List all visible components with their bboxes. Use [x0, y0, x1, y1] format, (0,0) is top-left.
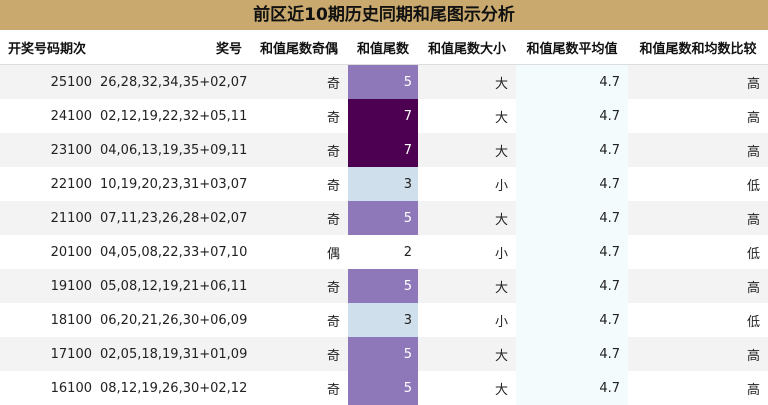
- parity-cell: 奇: [250, 167, 348, 201]
- tail-value-cell: 5: [348, 64, 418, 99]
- size-cell: 大: [418, 337, 516, 371]
- average-cell: 4.7: [516, 201, 628, 235]
- table-row: 18100 06,20,21,26,30+06,09 奇 3 小 4.7 低: [0, 303, 768, 337]
- period-cell: 23100: [0, 133, 100, 167]
- numbers-cell: 04,05,08,22,33+07,10: [100, 235, 250, 269]
- table-row: 19100 05,08,12,19,21+06,11 奇 5 大 4.7 高: [0, 269, 768, 303]
- compare-cell: 高: [628, 99, 768, 133]
- header-compare: 和值尾数和均数比较: [628, 30, 768, 65]
- size-cell: 大: [418, 201, 516, 235]
- tail-value-cell: 2: [348, 235, 418, 269]
- average-cell: 4.7: [516, 235, 628, 269]
- numbers-cell: 02,12,19,22,32+05,11: [100, 99, 250, 133]
- numbers-cell: 07,11,23,26,28+02,07: [100, 201, 250, 235]
- period-cell: 22100: [0, 167, 100, 201]
- parity-cell: 奇: [250, 64, 348, 99]
- numbers-cell: 06,20,21,26,30+06,09: [100, 303, 250, 337]
- numbers-cell: 26,28,32,34,35+02,07: [100, 64, 250, 99]
- table-row: 21100 07,11,23,26,28+02,07 奇 5 大 4.7 高: [0, 201, 768, 235]
- size-cell: 小: [418, 235, 516, 269]
- table-row: 17100 02,05,18,19,31+01,09 奇 5 大 4.7 高: [0, 337, 768, 371]
- table-row: 16100 08,12,19,26,30+02,12 奇 5 大 4.7 高: [0, 371, 768, 405]
- header-period: 开奖号码期次: [0, 30, 100, 65]
- size-cell: 大: [418, 371, 516, 405]
- period-cell: 19100: [0, 269, 100, 303]
- header-parity: 和值尾数奇偶: [250, 30, 348, 65]
- period-cell: 18100: [0, 303, 100, 337]
- average-cell: 4.7: [516, 371, 628, 405]
- size-cell: 大: [418, 133, 516, 167]
- header-numbers: 奖号: [100, 30, 250, 65]
- period-cell: 20100: [0, 235, 100, 269]
- tail-value-cell: 5: [348, 371, 418, 405]
- period-cell: 24100: [0, 99, 100, 133]
- average-cell: 4.7: [516, 269, 628, 303]
- parity-cell: 奇: [250, 303, 348, 337]
- analysis-panel: 前区近10期历史同期和尾图示分析 开奖号码期次 奖号 和值尾数奇偶 和值尾数 和…: [0, 0, 768, 405]
- tail-value-cell: 5: [348, 201, 418, 235]
- tail-value-cell: 7: [348, 99, 418, 133]
- numbers-cell: 02,05,18,19,31+01,09: [100, 337, 250, 371]
- period-cell: 17100: [0, 337, 100, 371]
- compare-cell: 高: [628, 371, 768, 405]
- header-tail: 和值尾数: [348, 30, 418, 65]
- compare-cell: 低: [628, 235, 768, 269]
- average-cell: 4.7: [516, 303, 628, 337]
- size-cell: 大: [418, 99, 516, 133]
- compare-cell: 低: [628, 167, 768, 201]
- size-cell: 小: [418, 303, 516, 337]
- table-row: 23100 04,06,13,19,35+09,11 奇 7 大 4.7 高: [0, 133, 768, 167]
- chart-title: 前区近10期历史同期和尾图示分析: [0, 0, 768, 30]
- numbers-cell: 04,06,13,19,35+09,11: [100, 133, 250, 167]
- numbers-cell: 05,08,12,19,21+06,11: [100, 269, 250, 303]
- compare-cell: 高: [628, 64, 768, 99]
- tail-value-cell: 3: [348, 303, 418, 337]
- table-row: 20100 04,05,08,22,33+07,10 偶 2 小 4.7 低: [0, 235, 768, 269]
- tail-value-cell: 5: [348, 269, 418, 303]
- compare-cell: 高: [628, 201, 768, 235]
- tail-value-cell: 7: [348, 133, 418, 167]
- size-cell: 大: [418, 269, 516, 303]
- tail-value-cell: 5: [348, 337, 418, 371]
- header-size: 和值尾数大小: [418, 30, 516, 65]
- average-cell: 4.7: [516, 64, 628, 99]
- compare-cell: 高: [628, 269, 768, 303]
- compare-cell: 低: [628, 303, 768, 337]
- parity-cell: 奇: [250, 269, 348, 303]
- size-cell: 小: [418, 167, 516, 201]
- compare-cell: 高: [628, 133, 768, 167]
- average-cell: 4.7: [516, 337, 628, 371]
- analysis-table: 开奖号码期次 奖号 和值尾数奇偶 和值尾数 和值尾数大小 和值尾数平均值 和值尾…: [0, 30, 768, 405]
- compare-cell: 高: [628, 337, 768, 371]
- period-cell: 16100: [0, 371, 100, 405]
- tail-value-cell: 3: [348, 167, 418, 201]
- parity-cell: 奇: [250, 337, 348, 371]
- parity-cell: 奇: [250, 133, 348, 167]
- average-cell: 4.7: [516, 133, 628, 167]
- parity-cell: 奇: [250, 99, 348, 133]
- period-cell: 21100: [0, 201, 100, 235]
- numbers-cell: 10,19,20,23,31+03,07: [100, 167, 250, 201]
- parity-cell: 奇: [250, 371, 348, 405]
- table-row: 24100 02,12,19,22,32+05,11 奇 7 大 4.7 高: [0, 99, 768, 133]
- table-header-row: 开奖号码期次 奖号 和值尾数奇偶 和值尾数 和值尾数大小 和值尾数平均值 和值尾…: [0, 30, 768, 65]
- period-cell: 25100: [0, 64, 100, 99]
- size-cell: 大: [418, 64, 516, 99]
- header-average: 和值尾数平均值: [516, 30, 628, 65]
- table-row: 25100 26,28,32,34,35+02,07 奇 5 大 4.7 高: [0, 64, 768, 99]
- parity-cell: 偶: [250, 235, 348, 269]
- numbers-cell: 08,12,19,26,30+02,12: [100, 371, 250, 405]
- average-cell: 4.7: [516, 167, 628, 201]
- parity-cell: 奇: [250, 201, 348, 235]
- table-row: 22100 10,19,20,23,31+03,07 奇 3 小 4.7 低: [0, 167, 768, 201]
- average-cell: 4.7: [516, 99, 628, 133]
